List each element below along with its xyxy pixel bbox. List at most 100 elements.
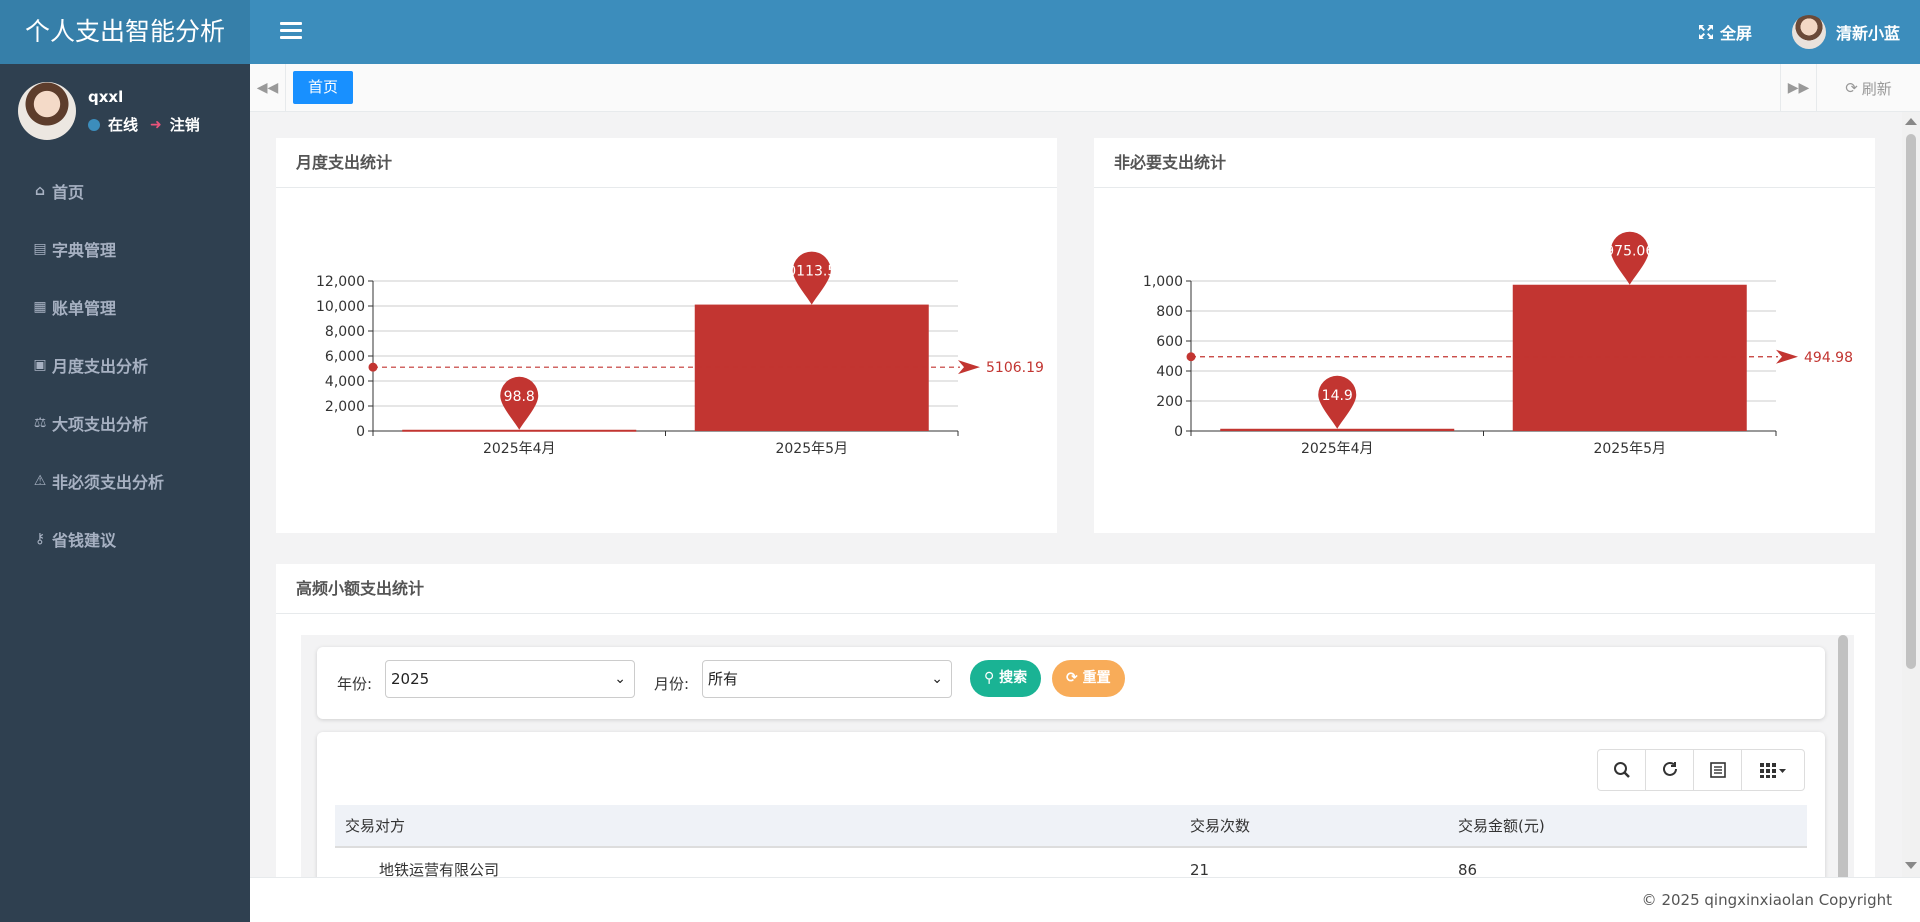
column-header[interactable]: 交易次数 xyxy=(1190,805,1250,848)
month-select-value: 所有 xyxy=(708,670,739,688)
panel-title: 非必要支出统计 xyxy=(1094,138,1875,188)
nonessential-chart-panel: 非必要支出统计 0 200 400 600 800 1,000 2025年4月 2025年5月… xyxy=(1094,138,1875,533)
avatar xyxy=(18,82,76,140)
month-label: 月份: xyxy=(654,675,690,693)
sidebar-user-name: qxxl xyxy=(88,88,124,106)
x-tick-label: 2025年5月 xyxy=(1593,441,1666,457)
user-panel: qxxl 在线 ➜ 注销 xyxy=(18,82,238,142)
y-tick-label: 200 xyxy=(1156,394,1183,410)
calendar-icon: ▣ xyxy=(33,357,47,373)
month-select[interactable]: 所有 ⌄ xyxy=(702,660,952,698)
bar xyxy=(1220,428,1455,431)
grid-icon xyxy=(1760,763,1786,778)
sidebar-item-nonessential-analysis[interactable]: ⚠ 非必须支出分析 xyxy=(0,452,250,510)
tabs-bar: ◀◀ 首页 ▶▶ ⟳ 刷新 xyxy=(250,64,1920,112)
inner-scrollbar[interactable] xyxy=(1838,635,1848,877)
column-header[interactable]: 交易金额(元) xyxy=(1458,805,1545,848)
home-icon: ⌂ xyxy=(34,183,46,199)
sidebar-item-major-analysis[interactable]: ⚖ 大项支出分析 xyxy=(0,394,250,452)
refresh-label: 刷新 xyxy=(1861,79,1892,98)
x-tick-label: 2025年5月 xyxy=(775,441,848,457)
y-tick-label: 0 xyxy=(356,424,365,440)
table-row[interactable]: 地铁运营有限公司 21 86 xyxy=(335,848,1807,877)
y-tick-label: 800 xyxy=(1156,304,1183,320)
sidebar-item-bills[interactable]: ▦ 账单管理 xyxy=(0,278,250,336)
fullscreen-button[interactable]: 全屏 xyxy=(1698,20,1752,44)
reset-button[interactable]: ⟳ 重置 xyxy=(1052,660,1125,697)
bar xyxy=(694,304,929,431)
expand-icon xyxy=(1698,25,1713,39)
logout-link[interactable]: 注销 xyxy=(170,114,200,135)
sidebar-item-saving-advice[interactable]: ⚷ 省钱建议 xyxy=(0,510,250,568)
calculator-icon: ▦ xyxy=(33,299,47,315)
sidebar-item-monthly-analysis[interactable]: ▣ 月度支出分析 xyxy=(0,336,250,394)
average-arrow xyxy=(1776,349,1798,364)
bar xyxy=(402,429,637,432)
table-columns-button[interactable] xyxy=(1742,750,1804,790)
sidebar: qxxl 在线 ➜ 注销 ⌂ 首页 ▤ 字典管理 ▦ 账单管理 ▣ 月度支出分析 ⚖ 大项… xyxy=(0,64,250,922)
table-toggle-view-button[interactable] xyxy=(1694,750,1742,790)
average-label: 5106.19 xyxy=(986,360,1044,376)
tab-scroll-right-icon[interactable]: ▶▶ xyxy=(1780,64,1816,112)
year-label: 年份: xyxy=(337,675,373,693)
online-status: 在线 xyxy=(108,116,139,134)
sidebar-item-dictionary[interactable]: ▤ 字典管理 xyxy=(0,220,250,278)
year-select[interactable]: 2025 ⌄ xyxy=(385,660,635,698)
table-toolbar xyxy=(1597,749,1805,791)
x-tick-label: 2025年4月 xyxy=(483,441,556,457)
search-icon xyxy=(1613,762,1630,778)
scroll-up-icon[interactable] xyxy=(1905,118,1917,125)
party-cell: 地铁运营有限公司 xyxy=(379,861,500,877)
main-content: 月度支出统计 0 2,000 4,000 6,000 8,000 10,000 12,000… xyxy=(250,112,1900,877)
average-arrow xyxy=(958,360,980,375)
tab-scroll-left-icon[interactable]: ◀◀ xyxy=(250,64,286,112)
avatar xyxy=(1791,15,1826,49)
balance-scale-icon: ⚖ xyxy=(33,415,47,431)
user-name: 清新小蓝 xyxy=(1835,24,1900,43)
top-navbar: 个人支出智能分析 全屏 清新小蓝 xyxy=(0,0,1920,64)
scroll-down-icon[interactable] xyxy=(1905,862,1917,869)
copyright-text: © 2025 qingxinxiaolan Copyright xyxy=(1641,891,1892,909)
y-tick-label: 6,000 xyxy=(325,349,365,365)
monthly-expense-chart: 0 2,000 4,000 6,000 8,000 10,000 12,000 2025年4月… xyxy=(316,251,1044,457)
search-icon: ⚲ xyxy=(984,670,1000,686)
book-icon: ▤ xyxy=(33,241,47,257)
monthly-chart-panel: 月度支出统计 0 2,000 4,000 6,000 8,000 10,000 12,000… xyxy=(276,138,1057,533)
filter-form: 年份: 2025 ⌄ 月份: 所有 ⌄ ⚲ 搜索 ⟳ 重置 xyxy=(317,647,1825,719)
app-title: 个人支出智能分析 xyxy=(0,0,250,64)
y-tick-label: 4,000 xyxy=(325,374,365,390)
panel-title: 高频小额支出统计 xyxy=(276,564,1875,614)
sidebar-menu: ⌂ 首页 ▤ 字典管理 ▦ 账单管理 ▣ 月度支出分析 ⚖ 大项支出分析 ⚠ 非必须支出分析… xyxy=(0,162,250,568)
sidebar-item-home[interactable]: ⌂ 首页 xyxy=(0,162,250,220)
x-tick-label: 2025年4月 xyxy=(1301,441,1374,457)
y-tick-label: 1,000 xyxy=(1143,274,1183,290)
table-refresh-button[interactable] xyxy=(1646,750,1694,790)
search-button[interactable]: ⚲ 搜索 xyxy=(970,660,1042,697)
year-select-value: 2025 xyxy=(391,670,430,688)
user-menu[interactable]: 清新小蓝 xyxy=(1791,15,1900,49)
refresh-icon: ⟳ xyxy=(1066,670,1083,686)
average-start-marker xyxy=(368,362,378,372)
refresh-icon: ⟳ xyxy=(1845,79,1858,97)
max-pin-label: 10113.59 xyxy=(778,264,845,280)
average-start-marker xyxy=(1186,352,1196,362)
chevron-down-icon: ⌄ xyxy=(614,671,626,687)
sidebar-item-label: 月度支出分析 xyxy=(52,357,149,376)
menu-toggle-icon[interactable] xyxy=(280,22,302,42)
panel-title: 月度支出统计 xyxy=(276,138,1057,188)
sign-out-icon: ➜ xyxy=(150,116,162,133)
sidebar-item-label: 首页 xyxy=(52,183,85,202)
y-tick-label: 8,000 xyxy=(325,324,365,340)
column-header[interactable]: 交易对方 xyxy=(345,805,405,848)
table-search-button[interactable] xyxy=(1598,750,1646,790)
sidebar-item-label: 大项支出分析 xyxy=(52,415,149,434)
y-tick-label: 0 xyxy=(1174,424,1183,440)
page-scrollbar-thumb[interactable] xyxy=(1906,134,1916,669)
sidebar-item-label: 账单管理 xyxy=(52,299,117,318)
refresh-button[interactable]: ⟳ 刷新 xyxy=(1816,64,1920,112)
tab-home[interactable]: 首页 xyxy=(293,71,354,104)
list-icon xyxy=(1709,762,1726,778)
sidebar-item-label: 省钱建议 xyxy=(52,531,117,550)
y-tick-label: 2,000 xyxy=(325,399,365,415)
amount-cell: 86 xyxy=(1458,861,1478,877)
